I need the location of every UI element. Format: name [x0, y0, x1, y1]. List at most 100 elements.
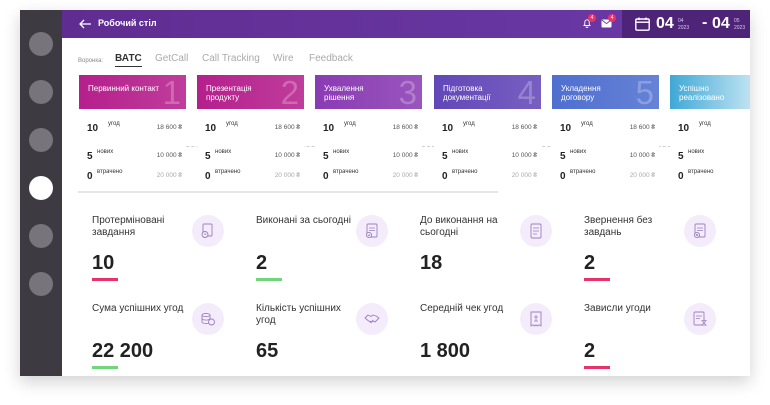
stage-deals-row: 10 угод 18 600 ₴ [323, 121, 418, 135]
tab-feedback[interactable]: Feedback [309, 53, 353, 64]
lost-label: втрачено [570, 169, 596, 175]
sidebar-item-6[interactable] [29, 272, 53, 296]
kpi-label: Кількість успішних угод [256, 303, 341, 326]
kpi-card[interactable]: Звернення без завдань 2 [584, 215, 748, 295]
tab-call-tracking[interactable]: Call Tracking [202, 53, 260, 64]
stage-deals-row: 10 угод 18 600 ₴ [87, 121, 182, 135]
kpi-indicator-bar [420, 278, 446, 281]
stage-new-row: 5 нових 10 000 ₴ [323, 149, 418, 163]
kpi-label: Звернення без завдань [584, 215, 653, 238]
kpi-indicator-bar [256, 278, 282, 281]
sidebar-item-3[interactable] [29, 128, 53, 152]
stage-card[interactable]: Ухвалення рішення 3 10 угод 18 600 ₴ 5 нових 10… [315, 75, 422, 187]
new-count: 5 [205, 151, 211, 162]
deals-label: угод [226, 121, 238, 127]
hourglass-document-icon [684, 303, 716, 335]
new-label: нових [333, 149, 350, 155]
lost-amount: 20 000 ₴ [156, 172, 182, 179]
kpi-card[interactable]: Середній чек угод 1 800 [420, 303, 584, 376]
mail-badge: 4 [608, 14, 616, 22]
kpi-value: 18 [420, 252, 443, 274]
stage-card[interactable]: Підготовка документації 4 10 угод 18 600 ₴ 5 н… [434, 75, 541, 187]
kpi-indicator-bar [92, 366, 118, 369]
kpi-card[interactable]: Виконані за сьогодні 2 [256, 215, 420, 295]
new-label: нових [97, 149, 114, 155]
new-amount: 10 000 ₴ [274, 152, 300, 159]
tab-wire[interactable]: Wire [273, 53, 294, 64]
lost-label: втрачено [333, 169, 359, 175]
stage-number: 2 [280, 75, 299, 109]
lost-count: 0 [323, 171, 329, 182]
divider [78, 191, 498, 193]
deals-count: 10 [87, 123, 99, 134]
deals-label: угод [699, 121, 711, 127]
new-label: нових [570, 149, 587, 155]
tab-getcall[interactable]: GetCall [155, 53, 188, 64]
stage-card[interactable]: Первинний контакт 1 10 угод 18 600 ₴ 5 нових 10… [79, 75, 186, 187]
kpi-value: 65 [256, 340, 279, 362]
stage-number: 1 [162, 75, 181, 109]
kpi-card[interactable]: Протерміновані завдання 10 [92, 215, 256, 295]
stage-deals-row: 10 угод 18 600 ₴ [442, 121, 537, 135]
kpi-value: 1 800 [420, 340, 471, 362]
kpi-value: 2 [584, 340, 596, 362]
back-arrow-icon[interactable] [78, 17, 92, 31]
tab-vats[interactable]: ВАТС [115, 53, 142, 67]
stage-header: Первинний контакт 1 [79, 75, 186, 109]
kpi-indicator-bar [92, 278, 118, 281]
kpi-value: 10 [92, 252, 115, 274]
deals-amount: 18 600 ₴ [156, 124, 182, 131]
deals-label: угод [581, 121, 593, 127]
receipt-icon [520, 303, 552, 335]
kpi-value: 2 [584, 252, 596, 274]
deals-amount: 18 600 ₴ [274, 124, 300, 131]
lost-count: 0 [560, 171, 566, 182]
lost-label: втрачено [452, 169, 478, 175]
stage-card[interactable]: Успішно реалізовано 10 угод 5 нових 0 втрачено [670, 75, 750, 187]
stage-header: Підготовка документації 4 [434, 75, 541, 109]
date-range-picker[interactable]: 04 04 2023 - 04 05 2023 [622, 10, 750, 38]
stage-header: Успішно реалізовано [670, 75, 750, 109]
kpi-card[interactable]: Кількість успішних угод 65 [256, 303, 420, 376]
stage-new-row: 5 нових [678, 149, 750, 163]
lost-count: 0 [678, 171, 684, 182]
stage-lost-row: 0 втрачено 20 000 ₴ [323, 169, 418, 183]
sidebar-item-5[interactable] [29, 224, 53, 248]
date-from-month: 04 [678, 18, 684, 24]
kpi-card[interactable]: Зависли угоди 2 [584, 303, 748, 376]
kpi-indicator-bar [584, 278, 610, 281]
lost-label: втрачено [688, 169, 714, 175]
stage-deals-row: 10 угод 18 600 ₴ [560, 121, 655, 135]
deals-amount: 18 600 ₴ [392, 124, 418, 131]
stage-new-row: 5 нових 10 000 ₴ [560, 149, 655, 163]
date-separator: - [702, 14, 708, 31]
kpi-label: Сума успішних угод [92, 303, 184, 314]
stage-header: Презентація продукту 2 [197, 75, 304, 109]
page-title: Робочий стіл [98, 18, 157, 28]
stage-card[interactable]: Презентація продукту 2 10 угод 18 600 ₴ 5 нови… [197, 75, 304, 187]
stage-lost-row: 0 втрачено 20 000 ₴ [205, 169, 300, 183]
stage-card[interactable]: Укладення договору 5 10 угод 18 600 ₴ 5 нових 1… [552, 75, 659, 187]
stage-deals-row: 10 угод [678, 121, 750, 135]
deals-label: угод [108, 121, 120, 127]
kpi-card[interactable]: До виконання на сьогодні 18 [420, 215, 584, 295]
deals-count: 10 [678, 123, 690, 134]
coins-icon [192, 303, 224, 335]
checked-document-icon [356, 215, 388, 247]
kpi-label: Зависли угоди [584, 303, 651, 314]
kpi-card[interactable]: Сума успішних угод 22 200 [92, 303, 256, 376]
app-window: Робочий стіл 4 4 04 04 2023 - 04 05 2023 [20, 10, 750, 376]
sidebar-item-2[interactable] [29, 80, 53, 104]
lost-label: втрачено [97, 169, 123, 175]
stage-lost-row: 0 втрачено 20 000 ₴ [87, 169, 182, 183]
funnel-label: Воронка: [78, 58, 104, 64]
clock-document-icon [192, 215, 224, 247]
sidebar-item-dashboard[interactable] [29, 176, 53, 200]
lost-amount: 20 000 ₴ [511, 172, 537, 179]
lost-label: втрачено [215, 169, 241, 175]
stage-name: Укладення договору [561, 84, 601, 102]
stage-new-row: 5 нових 10 000 ₴ [205, 149, 300, 163]
new-count: 5 [323, 151, 329, 162]
handshake-icon [356, 303, 388, 335]
sidebar-item-1[interactable] [29, 32, 53, 56]
